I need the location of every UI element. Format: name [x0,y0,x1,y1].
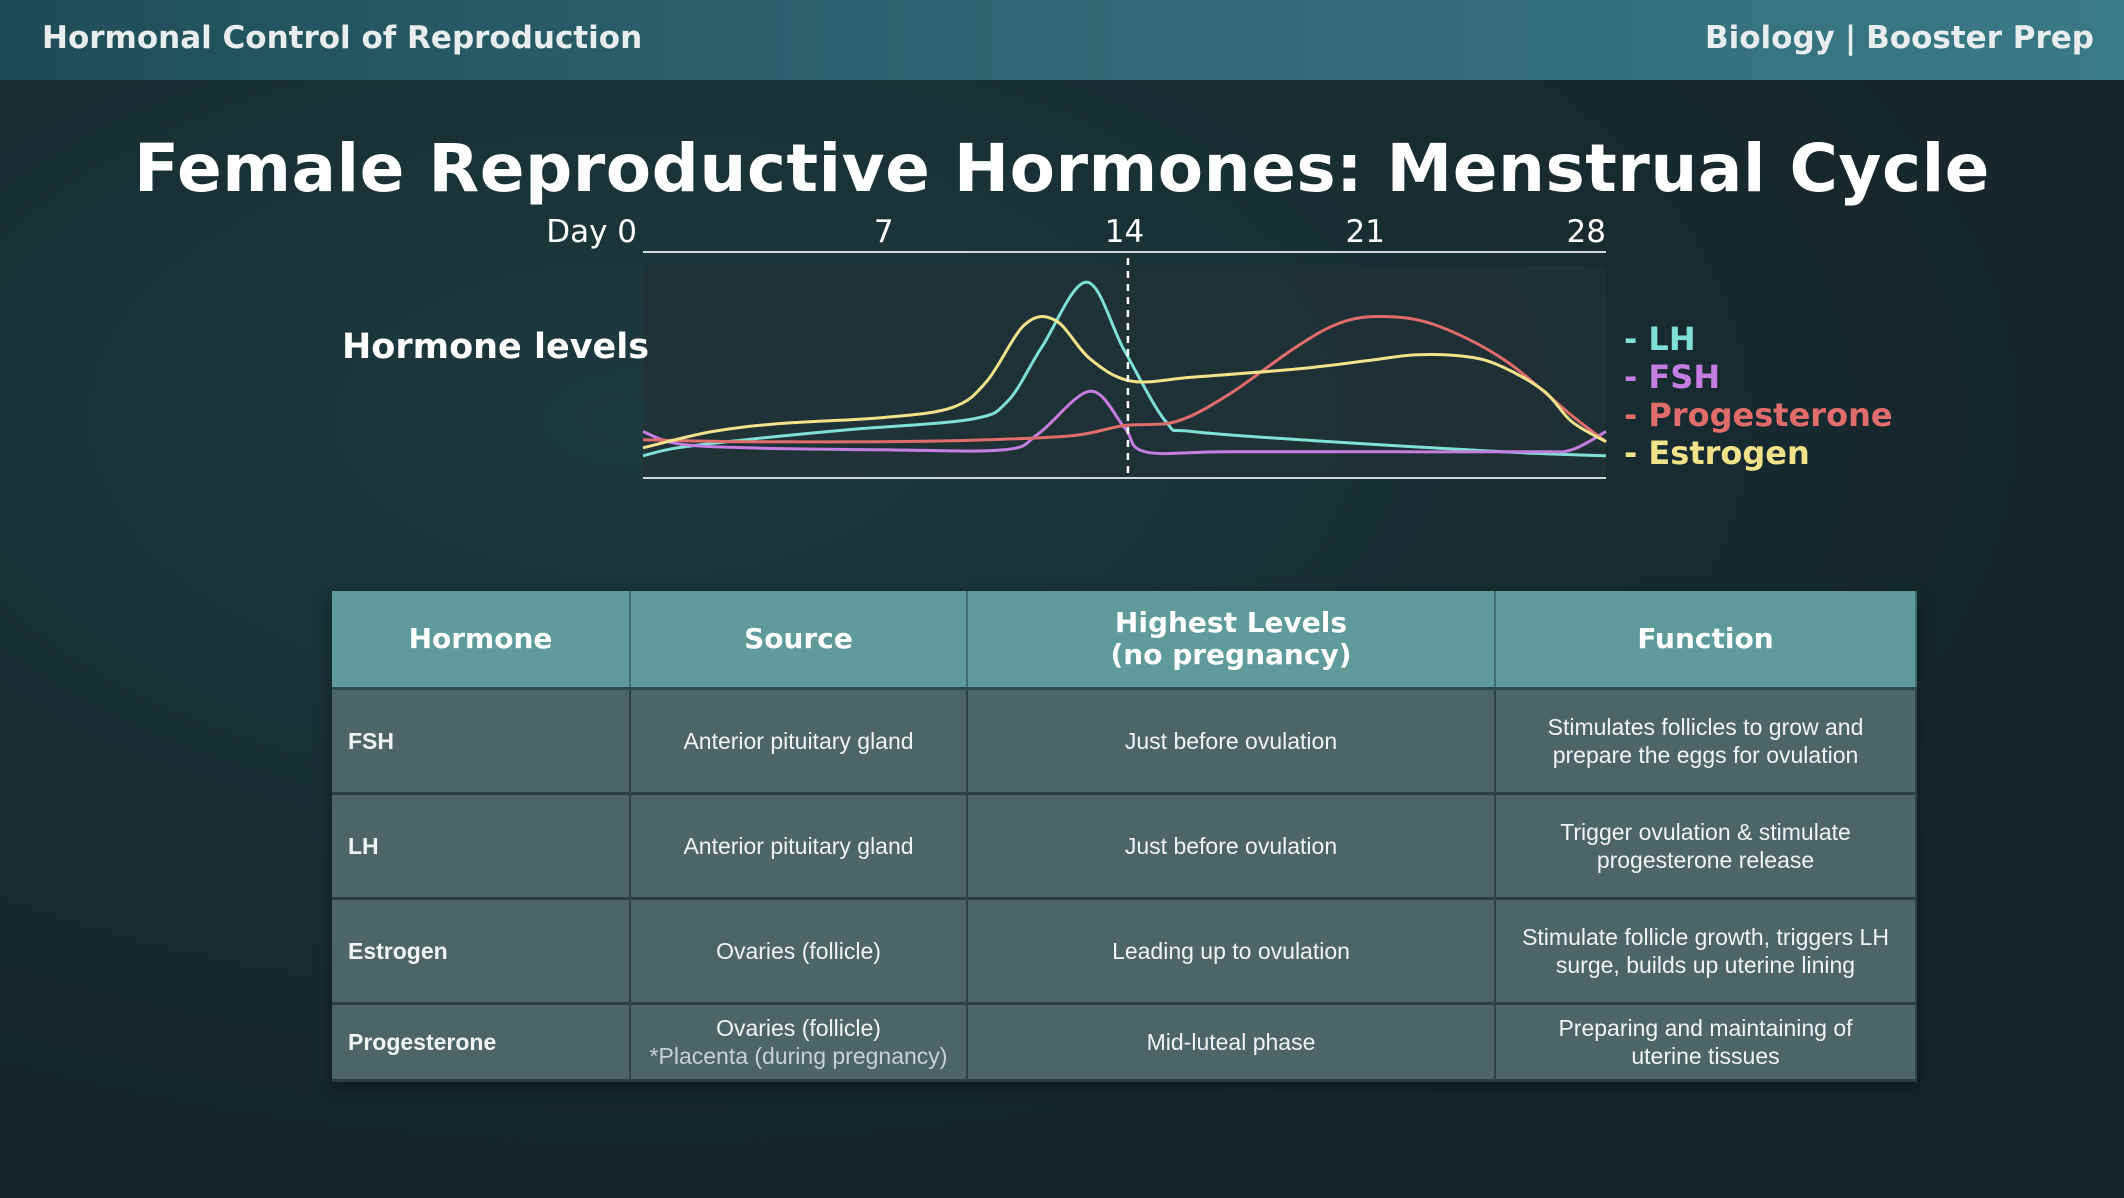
source-cell: Anterior pituitary gland [630,793,968,900]
x-tick-label: 21 [1346,214,1385,250]
source-text: Ovaries (follicle) [716,1015,881,1041]
tick-labels: Day 0 7 14 21 28 [546,214,1606,250]
function-line: uterine tissues [1631,1043,1780,1069]
chart-legend: - LH - FSH - Progesterone - Estrogen [1624,320,1893,472]
y-axis-label: Hormone levels [342,327,650,367]
highest-levels-cell: Just before ovulation [967,793,1496,900]
plot-background [643,266,1606,478]
legend-item-progesterone: - Progesterone [1624,396,1893,434]
highest-levels-cell: Leading up to ovulation [967,898,1496,1005]
header-line-1: Highest Levels [1114,606,1348,639]
hormone-cell: Estrogen [332,898,631,1005]
hormone-cell: FSH [332,688,631,795]
hormone-cell: Progesterone [332,1003,631,1082]
function-line: Trigger ovulation & stimulate [1560,819,1851,845]
function-cell: Stimulates follicles to grow and prepare … [1495,688,1917,795]
function-line: Preparing and maintaining of [1558,1015,1853,1041]
hormone-chart: Day 0 7 14 21 28 Hormone levels - LH - FSH - P… [0,0,2124,520]
x-tick-label: Day 0 [546,214,637,250]
column-header-function: Function [1495,591,1917,690]
function-line: surge, builds up uterine lining [1555,952,1856,978]
legend-item-lh: - LH [1624,320,1696,358]
hormone-table: Hormone Source Highest Levels (no pregnan… [332,591,1917,1082]
legend-item-fsh: - FSH [1624,358,1721,396]
table-header-row: Hormone Source Highest Levels (no pregnan… [332,591,1917,690]
function-cell: Stimulate follicle growth, triggers LH su… [1495,898,1917,1005]
table-row: FSH Anterior pituitary gland Just before… [332,688,1917,795]
header-line-2: (no pregnancy) [1110,638,1352,671]
column-header-hormone: Hormone [332,591,631,690]
source-note: *Placenta (during pregnancy) [649,1043,948,1069]
function-line: progesterone release [1596,847,1815,873]
x-tick-label: 28 [1567,214,1606,250]
function-line: Stimulates follicles to grow and [1547,714,1864,740]
table-row: LH Anterior pituitary gland Just before … [332,793,1917,900]
column-header-source: Source [630,591,968,690]
table-row: Progesterone Ovaries (follicle) *Placenta… [332,1003,1917,1082]
source-cell: Ovaries (follicle) [630,898,968,1005]
table-row: Estrogen Ovaries (follicle) Leading up t… [332,898,1917,1005]
source-cell: Ovaries (follicle) *Placenta (during preg… [630,1003,968,1082]
column-header-highest-levels: Highest Levels (no pregnancy) [967,591,1496,690]
hormone-cell: LH [332,793,631,900]
function-line: Stimulate follicle growth, triggers LH [1522,924,1889,950]
function-cell: Preparing and maintaining of uterine tiss… [1495,1003,1917,1082]
legend-item-estrogen: - Estrogen [1624,434,1810,472]
function-cell: Trigger ovulation & stimulate progesteron… [1495,793,1917,900]
source-cell: Anterior pituitary gland [630,688,968,795]
highest-levels-cell: Just before ovulation [967,688,1496,795]
highest-levels-cell: Mid-luteal phase [967,1003,1496,1082]
x-tick-label: 7 [874,214,894,250]
x-tick-label: 14 [1105,214,1144,250]
function-line: prepare the eggs for ovulation [1552,742,1859,768]
